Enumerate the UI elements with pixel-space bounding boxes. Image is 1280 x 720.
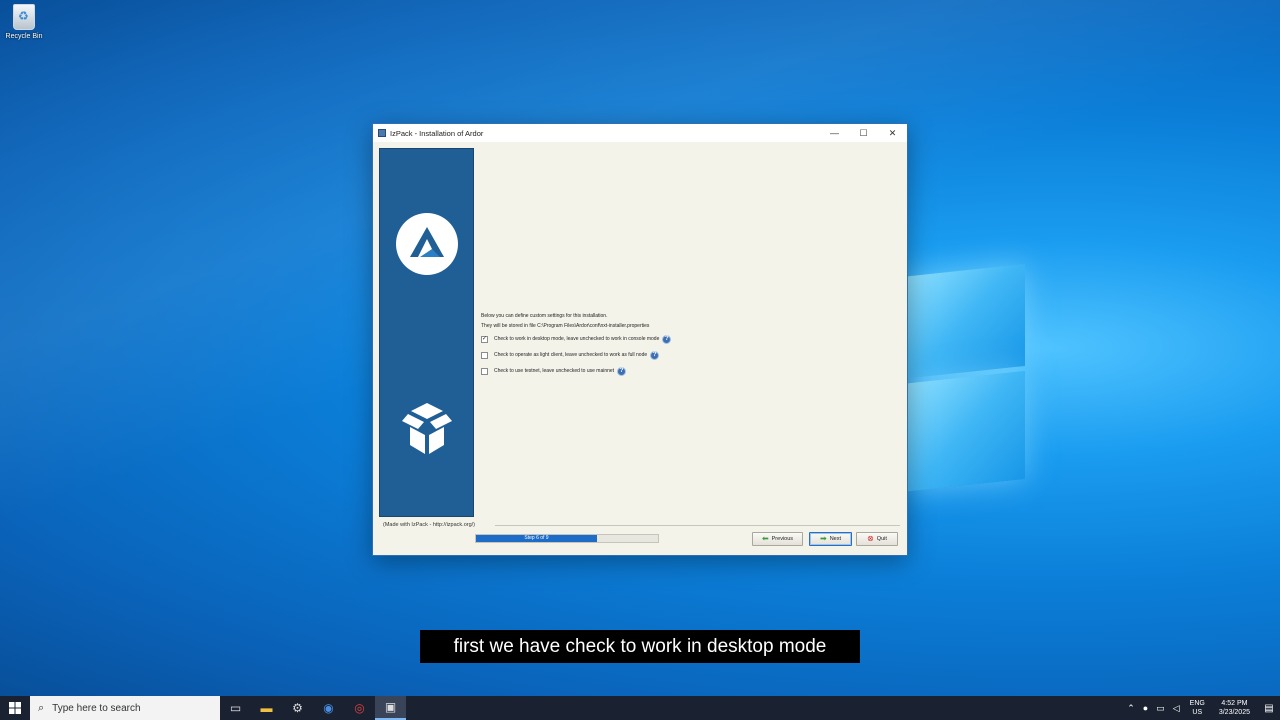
option-light-client[interactable]: Check to operate as light client, leave … xyxy=(481,347,901,363)
light-client-label: Check to operate as light client, leave … xyxy=(494,352,648,358)
help-icon[interactable]: ? xyxy=(662,334,672,344)
install-progress-bar: Step 6 of 9 xyxy=(475,534,659,543)
desktop-mode-checkbox[interactable] xyxy=(481,335,488,343)
previous-label: Previous xyxy=(771,536,794,542)
recording-app-icon[interactable]: ◎ xyxy=(344,696,375,720)
lang-bottom: US xyxy=(1192,709,1203,716)
window-title: IzPack - Installation of Ardor xyxy=(390,128,484,138)
footer-divider xyxy=(495,525,900,526)
maximize-button[interactable]: ☐ xyxy=(849,124,878,142)
previous-button[interactable]: ⬅ Previous xyxy=(752,532,803,546)
intro-text: Below you can define custom settings for… xyxy=(481,312,901,331)
option-desktop-mode[interactable]: Check to work in desktop mode, leave unc… xyxy=(481,331,901,347)
recycle-bin-icon xyxy=(13,4,35,30)
next-label: Next xyxy=(829,536,841,542)
file-explorer-icon[interactable]: ▬ xyxy=(251,696,282,720)
settings-gear-icon[interactable]: ⚙ xyxy=(282,696,313,720)
start-button[interactable] xyxy=(0,696,30,720)
network-icon[interactable]: ▭ xyxy=(1156,703,1165,714)
taskbar-search-box[interactable]: ⌕ Type here to search xyxy=(30,696,220,720)
windows-start-icon xyxy=(9,702,21,714)
volume-icon[interactable]: ◁ xyxy=(1173,703,1180,714)
arrow-right-icon: ➡ xyxy=(819,534,827,543)
terminal-icon[interactable]: ▭ xyxy=(220,696,251,720)
desktop-mode-label: Check to work in desktop mode, leave unc… xyxy=(494,336,660,342)
minimize-button[interactable]: — xyxy=(820,124,849,142)
recycle-bin-label: Recycle Bin xyxy=(5,33,43,40)
izpack-installer-taskbar-icon[interactable]: ▣ xyxy=(375,696,406,720)
option-testnet[interactable]: Check to use testnet, leave unchecked to… xyxy=(481,363,901,379)
quit-x-icon: ⊗ xyxy=(867,534,874,543)
clock-date: 3/23/2025 xyxy=(1218,709,1250,716)
intro-line-2: They will be stored in file C:\Program F… xyxy=(481,322,650,329)
chrome-browser-icon[interactable]: ◉ xyxy=(313,696,344,720)
language-indicator[interactable]: ENG US xyxy=(1190,699,1205,717)
notification-icon[interactable]: ▤ xyxy=(1258,703,1280,714)
clock[interactable]: 4:52 PM 3/23/2025 xyxy=(1219,699,1250,717)
app-icon xyxy=(378,129,386,137)
windows-logo-wallpaper xyxy=(905,248,1030,501)
help-icon[interactable]: ? xyxy=(650,350,660,360)
help-icon[interactable]: ? xyxy=(617,366,627,376)
made-with-izpack-text: (Made with IzPack - http://izpack.org/) xyxy=(383,522,476,528)
progress-text: Step 6 of 9 xyxy=(524,535,549,541)
search-icon: ⌕ xyxy=(38,701,45,714)
testnet-label: Check to use testnet, leave unchecked to… xyxy=(494,368,615,374)
recycle-bin-shortcut[interactable]: Recycle Bin xyxy=(2,4,46,40)
window-titlebar[interactable]: IzPack - Installation of Ardor — ☐ ✕ xyxy=(373,124,907,142)
video-caption: first we have check to work in desktop m… xyxy=(420,630,860,663)
installer-window: IzPack - Installation of Ardor — ☐ ✕ Bel… xyxy=(372,123,908,556)
settings-panel: Below you can define custom settings for… xyxy=(481,312,901,379)
chevron-up-icon[interactable]: ⌃ xyxy=(1127,703,1135,714)
search-placeholder: Type here to search xyxy=(52,702,141,714)
microphone-icon[interactable]: ● xyxy=(1143,703,1148,713)
clock-time: 4:52 PM xyxy=(1221,700,1248,707)
arrow-left-icon: ⬅ xyxy=(761,534,769,543)
installer-side-panel xyxy=(379,148,474,517)
intro-line-1: Below you can define custom settings for… xyxy=(481,313,608,319)
taskbar: ⌕ Type here to search ▭ ▬ ⚙ ◉ ◎ ▣ ⌃ ● ▭ … xyxy=(0,696,1280,720)
system-tray: ⌃ ● ▭ ◁ ENG US 4:52 PM 3/23/2025 ▤ xyxy=(1123,696,1280,720)
quit-label: Quit xyxy=(876,536,887,542)
close-button[interactable]: ✕ xyxy=(878,124,907,142)
lang-top: ENG xyxy=(1189,700,1205,707)
next-button[interactable]: ➡ Next xyxy=(809,532,852,546)
package-box-icon xyxy=(396,399,458,457)
testnet-checkbox[interactable] xyxy=(481,367,488,375)
ardor-logo-icon xyxy=(396,213,458,275)
quit-button[interactable]: ⊗ Quit xyxy=(856,532,898,546)
light-client-checkbox[interactable] xyxy=(481,351,488,359)
